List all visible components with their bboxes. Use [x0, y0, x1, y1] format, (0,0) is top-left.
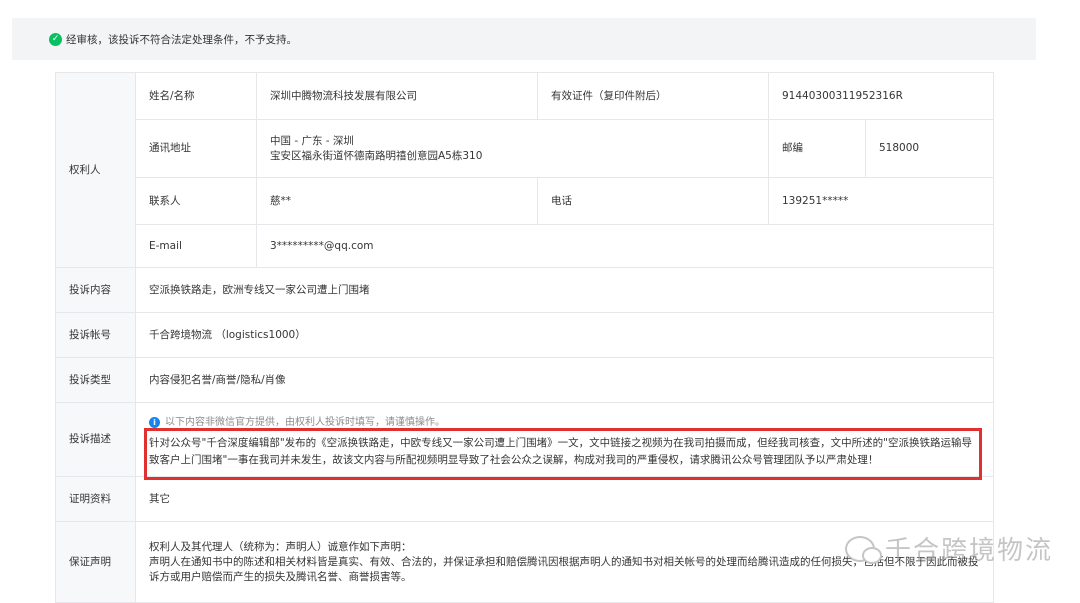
proof-header: 证明资料	[56, 477, 136, 522]
id-label: 有效证件（复印件附后）	[551, 89, 667, 102]
email-label: E-mail	[149, 239, 182, 252]
email-label-cell: E-mail	[136, 225, 257, 268]
complaint-content-header: 投诉内容	[56, 268, 136, 313]
complaint-desc-header: 投诉描述	[56, 403, 136, 477]
phone-label: 电话	[551, 194, 572, 207]
contact-label: 联系人	[149, 194, 181, 207]
rights-holder-header: 权利人	[56, 73, 136, 268]
name-value-cell: 深圳中腾物流科技发展有限公司	[257, 73, 538, 120]
id-value-cell: 91440300311952316R	[769, 73, 994, 120]
declaration-label: 保证声明	[69, 555, 111, 568]
name-label: 姓名/名称	[149, 89, 195, 102]
address-label-cell: 通讯地址	[136, 120, 257, 178]
complaint-type-value: 内容侵犯名誉/商誉/隐私/肖像	[149, 373, 286, 386]
proof-cell: 其它	[136, 477, 994, 522]
declaration-line-3: 诉方或用户赔偿而产生的损失及腾讯名誉、商誉损害等。	[149, 570, 412, 583]
id-value: 91440300311952316R	[782, 89, 903, 102]
contact-value: 慈**	[270, 194, 291, 207]
check-circle-icon: ✓	[49, 32, 62, 46]
watermark: 千合跨境物流	[845, 530, 1053, 567]
email-value: 3*********@qq.com	[270, 239, 374, 252]
complaint-detail-table: 权利人 姓名/名称 深圳中腾物流科技发展有限公司 有效证件（复印件附后） 914…	[55, 72, 994, 603]
contact-label-cell: 联系人	[136, 178, 257, 225]
complaint-account-header: 投诉帐号	[56, 313, 136, 358]
complaint-desc-text: 针对公众号"千合深度编辑部"发布的《空派换铁路走，中欧专线又一家公司遭上门围堵》…	[149, 437, 972, 466]
id-label-cell: 有效证件（复印件附后）	[538, 73, 769, 120]
complaint-account-cell: 千合跨境物流 （logistics1000）	[136, 313, 994, 358]
declaration-line-1: 权利人及其代理人（统称为：声明人）诚意作如下声明：	[149, 540, 412, 553]
review-result-notice: ✓ 经审核，该投诉不符合法定处理条件，不予支持。	[12, 18, 1036, 60]
complaint-type-cell: 内容侵犯名誉/商誉/隐私/肖像	[136, 358, 994, 403]
complaint-account-label: 投诉帐号	[69, 328, 111, 341]
name-label-cell: 姓名/名称	[136, 73, 257, 120]
proof-label: 证明资料	[69, 492, 111, 505]
phone-label-cell: 电话	[538, 178, 769, 225]
declaration-header: 保证声明	[56, 522, 136, 603]
complaint-content-value: 空派换铁路走，欧洲专线又一家公司遭上门围堵	[149, 283, 370, 296]
complaint-type-label: 投诉类型	[69, 373, 111, 386]
complaint-desc-label: 投诉描述	[69, 433, 111, 445]
name-value: 深圳中腾物流科技发展有限公司	[270, 89, 417, 102]
phone-value-cell: 139251*****	[769, 178, 994, 225]
postcode-value-cell: 518000	[866, 120, 994, 178]
postcode-label: 邮编	[782, 142, 803, 154]
address-value-cell: 中国 - 广东 - 深圳 宝安区福永街道怀德南路明禧创意园A5栋310	[257, 120, 769, 178]
phone-value: 139251*****	[782, 194, 849, 207]
address-line-2: 宝安区福永街道怀德南路明禧创意园A5栋310	[270, 149, 483, 162]
complaint-content-label: 投诉内容	[69, 283, 111, 296]
proof-value: 其它	[149, 492, 170, 505]
postcode-value: 518000	[879, 142, 920, 154]
address-line-1: 中国 - 广东 - 深圳	[270, 134, 354, 147]
wechat-icon	[845, 535, 882, 564]
address-label: 通讯地址	[149, 142, 191, 154]
complaint-account-value: 千合跨境物流 （logistics1000）	[149, 328, 306, 341]
email-value-cell: 3*********@qq.com	[257, 225, 994, 268]
contact-value-cell: 慈**	[257, 178, 538, 225]
postcode-label-cell: 邮编	[769, 120, 866, 178]
review-result-message: 经审核，该投诉不符合法定处理条件，不予支持。	[66, 33, 297, 46]
watermark-text: 千合跨境物流	[885, 536, 1054, 566]
complaint-type-header: 投诉类型	[56, 358, 136, 403]
info-icon: i	[149, 417, 160, 428]
rights-holder-label: 权利人	[69, 163, 101, 176]
complaint-content-cell: 空派换铁路走，欧洲专线又一家公司遭上门围堵	[136, 268, 994, 313]
complaint-desc-highlight-box: 针对公众号"千合深度编辑部"发布的《空派换铁路走，中欧专线又一家公司遭上门围堵》…	[144, 428, 982, 480]
